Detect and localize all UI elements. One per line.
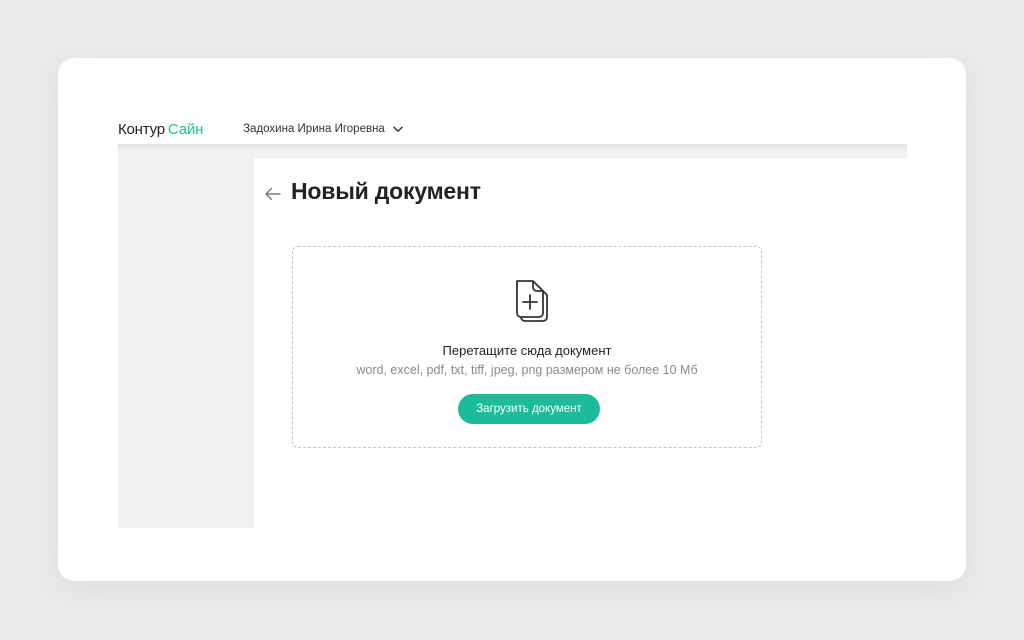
main-content: Новый документ Перетащите сюда документ …: [254, 158, 907, 528]
document-add-icon: [507, 273, 551, 325]
logo-accent: Сайн: [167, 120, 204, 138]
file-dropzone[interactable]: Перетащите сюда документ word, excel, pd…: [292, 246, 762, 448]
upload-document-button[interactable]: Загрузить документ: [458, 394, 600, 424]
app-window: Контур Сайн Задохина Ирина Игоревна Новы…: [58, 58, 966, 581]
page-title: Новый документ: [291, 178, 481, 204]
back-button[interactable]: [263, 184, 283, 204]
dropzone-hint: word, excel, pdf, txt, tiff, jpeg, png р…: [356, 363, 698, 377]
top-bar: Контур Сайн Задохина Ирина Игоревна: [118, 114, 907, 144]
user-menu[interactable]: Задохина Ирина Игоревна: [243, 123, 403, 135]
logo-main: Контур: [118, 120, 165, 138]
arrow-left-icon: [264, 187, 282, 201]
logo[interactable]: Контур Сайн: [118, 121, 203, 138]
user-name: Задохина Ирина Игоревна: [243, 123, 385, 135]
content-gutter: [254, 150, 907, 158]
chevron-down-icon: [393, 126, 403, 133]
dropzone-title: Перетащите сюда документ: [442, 343, 612, 358]
sidebar: [118, 150, 254, 528]
